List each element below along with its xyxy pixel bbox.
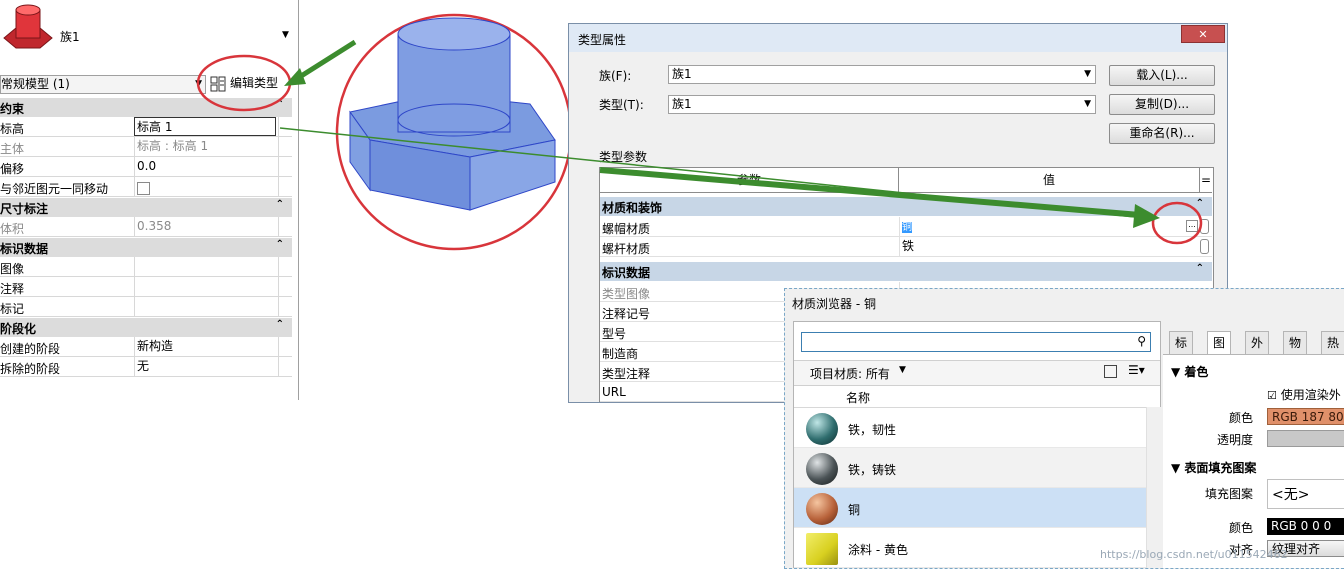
prop-group-dimensions[interactable]: 尺寸标注 ⌃ <box>0 198 292 217</box>
library-bar: 项目材质: 所有 ▼ ☰▾ <box>794 360 1160 386</box>
prop-row-volume: 体积 0.358 <box>0 217 292 237</box>
material-search-input[interactable]: ⚲ <box>801 332 1151 352</box>
material-browser-dialog: 材质浏览器 - 铜 ⚲ 项目材质: 所有 ▼ ☰▾ 名称 铁，韧性 铁，铸铁 铜… <box>784 288 1344 569</box>
library-filter-label[interactable]: 项目材质: 所有 <box>810 365 890 382</box>
type-label: 类型(T): <box>599 98 644 112</box>
prop-group-phasing[interactable]: 阶段化 ⌃ <box>0 318 292 337</box>
material-list-panel: ⚲ 项目材质: 所有 ▼ ☰▾ 名称 铁，韧性 铁，铸铁 铜 涂料 - 黄色 <box>793 321 1161 568</box>
material-swatch-icon <box>806 453 838 485</box>
prop-row-host: 主体 标高 : 标高 1 <box>0 137 292 157</box>
family-dropdown-icon[interactable]: ▼ <box>282 30 289 40</box>
shading-color-label: 颜色 <box>1228 411 1253 425</box>
prop-row-level[interactable]: 标高 标高 1 <box>0 117 292 137</box>
search-icon[interactable]: ⚲ <box>1137 334 1146 348</box>
family-name: 族1 <box>60 30 80 44</box>
nut-material-value[interactable]: 铜 <box>902 222 912 233</box>
material-swatch-icon <box>806 533 838 565</box>
param-row-nut-material[interactable]: 螺帽材质 铜 ... <box>600 217 1212 237</box>
family-thumbnail-icon <box>0 0 56 62</box>
prop-group-identity[interactable]: 标识数据 ⌃ <box>0 238 292 257</box>
material-item[interactable]: 涂料 - 黄色 <box>794 528 1146 568</box>
prop-row-comments[interactable]: 注释 <box>0 277 292 297</box>
duplicate-button[interactable]: 复制(D)... <box>1109 94 1215 115</box>
prop-row-phase-demolished[interactable]: 拆除的阶段无 <box>0 357 292 377</box>
browse-material-button[interactable]: ... <box>1186 220 1198 232</box>
tab-appearance[interactable]: 外观 <box>1245 331 1270 372</box>
rename-button[interactable]: 重命名(R)... <box>1109 123 1215 144</box>
material-editor-panel: 标识 图形 外观 物理 热度 ▼ 着色 ☑ 使用渲染外 颜色 RGB 187 8… <box>1163 321 1344 568</box>
fill-pattern-label: 填充图案 <box>1204 487 1253 501</box>
value-column-header[interactable]: 值 <box>899 168 1200 192</box>
chevron-down-icon: ▼ <box>195 79 202 89</box>
material-item-selected[interactable]: 铜 <box>794 488 1146 528</box>
material-item[interactable]: 铁，铸铁 <box>794 448 1146 488</box>
prop-row-move-with[interactable]: 与邻近图元一同移动 <box>0 177 292 197</box>
collapse-icon[interactable]: ⌃ <box>276 99 284 110</box>
tab-physical[interactable]: 物理 <box>1283 331 1308 372</box>
surface-color-swatch[interactable]: RGB 0 0 0 <box>1267 518 1344 535</box>
prop-row-offset[interactable]: 偏移 0.0 <box>0 157 292 177</box>
collapse-icon[interactable]: ⌃ <box>276 239 284 250</box>
transparency-label: 透明度 <box>1216 433 1253 447</box>
prop-row-phase-created[interactable]: 创建的阶段 新构造 <box>0 337 292 357</box>
material-list-scrollbar[interactable] <box>1146 407 1161 568</box>
load-button[interactable]: 载入(L)... <box>1109 65 1215 86</box>
chevron-down-icon[interactable]: ▼ <box>899 365 906 375</box>
material-list-header: 名称 <box>794 385 1154 408</box>
prop-group-constraints[interactable]: 约束 ⌃ <box>0 98 292 117</box>
collapse-icon[interactable]: ⌃ <box>1196 263 1204 274</box>
material-swatch-icon <box>806 493 838 525</box>
type-selector-label: 常规模型 (1) <box>1 77 70 91</box>
chevron-down-icon: ▼ <box>1084 69 1091 79</box>
watermark: https://blog.csdn.net/u011542462 <box>1100 548 1288 561</box>
grid-header: 参数 值 = <box>600 168 1212 193</box>
prop-row-image[interactable]: 图像 <box>0 257 292 277</box>
material-item[interactable]: 铁，韧性 <box>794 408 1146 448</box>
material-browser-title: 材质浏览器 - 铜 <box>792 297 876 311</box>
bolt-3d-model <box>335 13 573 251</box>
param-row-bolt-material[interactable]: 螺杆材质 铁 <box>600 237 1212 257</box>
surface-color-label: 颜色 <box>1228 521 1253 535</box>
type-params-label: 类型参数 <box>599 150 648 164</box>
view-toggle-icon[interactable] <box>1104 365 1117 378</box>
properties-panel: 族1 ▼ 常规模型 (1) ▼ 编辑类型 约束 ⌃ 标高 标高 1 主体 标高 : 标… <box>0 0 299 400</box>
collapse-icon[interactable]: ⌃ <box>276 199 284 210</box>
material-swatch-icon <box>806 413 838 445</box>
collapse-icon[interactable]: ⌃ <box>276 319 284 330</box>
name-column-header[interactable]: 名称 <box>846 389 870 406</box>
fill-pattern-value[interactable]: <无> <box>1267 479 1344 509</box>
shading-section[interactable]: ▼ 着色 <box>1171 363 1208 380</box>
checkbox-checked-icon[interactable]: ☑ <box>1267 389 1277 402</box>
grid-group-identity[interactable]: 标识数据 ⌃ <box>600 262 1212 281</box>
prop-row-mark[interactable]: 标记 <box>0 297 292 317</box>
dialog-titlebar[interactable] <box>569 24 1227 52</box>
move-with-checkbox[interactable] <box>137 181 150 195</box>
chevron-down-icon: ▼ <box>1084 99 1091 109</box>
grid-group-materials[interactable]: 材质和装饰 ⌃ <box>600 197 1212 216</box>
shading-color-swatch[interactable]: RGB 187 80 4 <box>1267 408 1344 425</box>
tab-thermal[interactable]: 热度 <box>1321 331 1344 372</box>
edit-type-button[interactable]: 编辑类型 <box>210 73 296 93</box>
list-options-icon[interactable]: ☰▾ <box>1128 363 1145 377</box>
close-icon: ✕ <box>1198 28 1208 41</box>
edit-type-icon <box>210 76 226 91</box>
tab-graphics[interactable]: 图形 <box>1207 331 1232 372</box>
edit-type-label: 编辑类型 <box>230 76 279 90</box>
type-selector[interactable]: 常规模型 (1) ▼ <box>0 75 206 94</box>
collapse-icon[interactable]: ⌃ <box>1196 198 1204 209</box>
dialog-title: 类型属性 <box>578 33 627 47</box>
tab-identity[interactable]: 标识 <box>1169 331 1194 372</box>
formula-column-header[interactable]: = <box>1200 168 1212 192</box>
transparency-slider[interactable] <box>1267 430 1344 447</box>
surface-pattern-section[interactable]: ▼ 表面填充图案 <box>1171 459 1256 476</box>
type-combo[interactable]: 族1 ▼ <box>668 95 1096 114</box>
level-field[interactable]: 标高 1 <box>134 117 276 136</box>
use-render-appearance[interactable]: ☑ 使用渲染外 <box>1267 386 1341 403</box>
graphics-panel: ▼ 着色 ☑ 使用渲染外 颜色 RGB 187 80 4 透明度 ▼ 表面填充图… <box>1163 354 1344 568</box>
family-label: 族(F): <box>599 69 632 83</box>
param-column-header[interactable]: 参数 <box>600 168 899 192</box>
close-button[interactable]: ✕ <box>1181 25 1225 43</box>
family-combo[interactable]: 族1 ▼ <box>668 65 1096 84</box>
